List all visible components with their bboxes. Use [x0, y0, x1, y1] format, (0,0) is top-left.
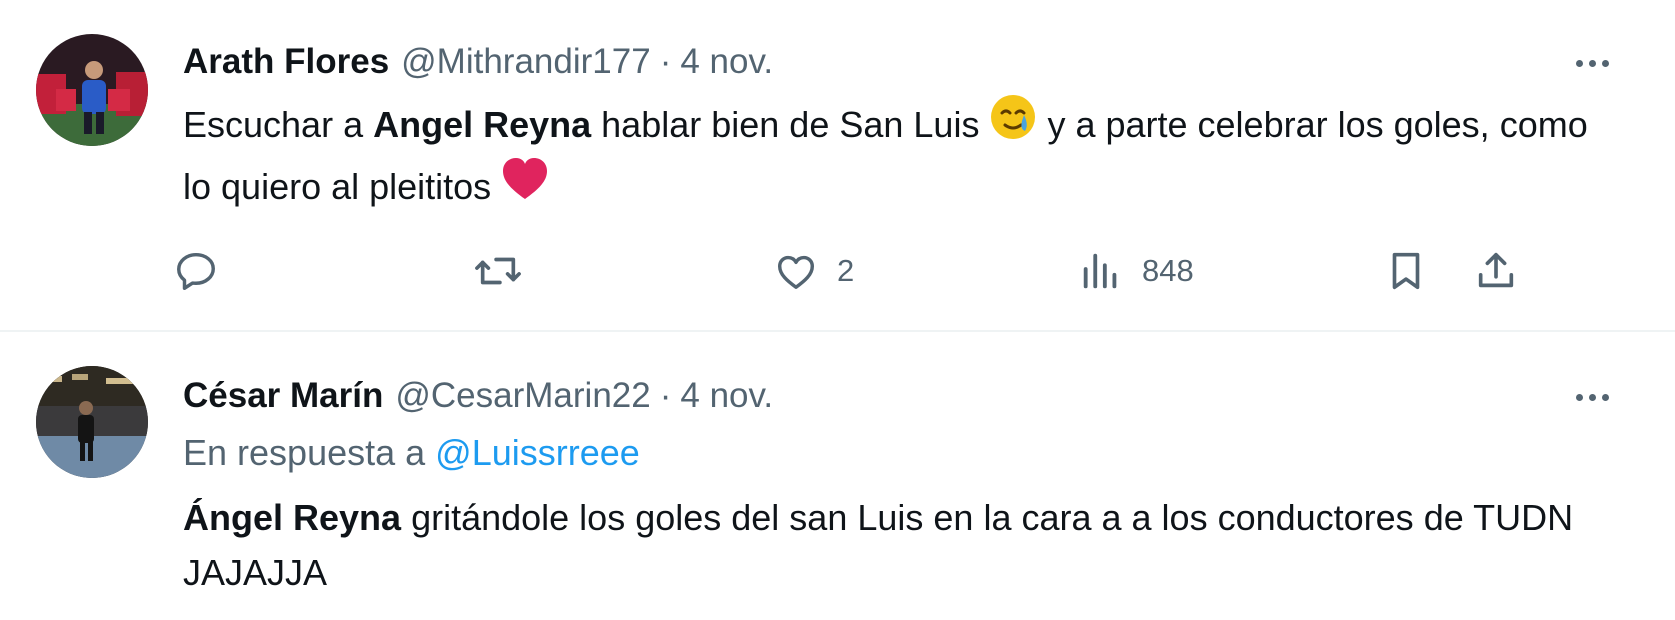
reply-button[interactable]	[173, 243, 219, 299]
analytics-icon	[1083, 253, 1117, 289]
separator-dot: ·	[659, 42, 672, 81]
more-options-button[interactable]	[1569, 374, 1615, 420]
views-count: 848	[1142, 253, 1194, 288]
retweet-button[interactable]	[473, 243, 523, 299]
like-button[interactable]: 2	[773, 243, 854, 299]
share-icon	[1478, 252, 1514, 288]
tweet-text-segment: hablar bien de San Luis	[591, 104, 990, 146]
tweet-header: César Marín @CesarMarin22 · 4 nov.	[183, 374, 773, 418]
tweet[interactable]: Arath Flores @Mithrandir177 · 4 nov. Esc…	[0, 0, 1675, 330]
tweet-text: Ángel Reyna gritándole los goles del san…	[183, 490, 1603, 600]
avatar[interactable]	[36, 366, 148, 478]
reply-icon	[177, 252, 215, 290]
tweet-header: Arath Flores @Mithrandir177 · 4 nov.	[183, 40, 773, 84]
heart-icon	[777, 255, 815, 290]
face-holding-back-tears-emoji	[989, 93, 1037, 156]
tweet-text: Escuchar a Angel Reyna hablar bien de Sa…	[183, 93, 1603, 219]
avatar-image	[36, 34, 148, 146]
red-heart-emoji	[501, 157, 549, 216]
reply-prefix: En respuesta a	[183, 432, 436, 473]
avatar-image	[36, 366, 148, 478]
retweet-icon	[475, 257, 521, 285]
bookmark-icon	[1392, 252, 1420, 290]
user-handle[interactable]: @Mithrandir177	[401, 42, 651, 82]
like-count: 2	[837, 253, 855, 288]
share-button[interactable]	[1473, 243, 1519, 299]
views-button[interactable]: 848	[1078, 243, 1194, 299]
tweet-date[interactable]: 4 nov.	[680, 42, 773, 82]
more-icon	[1573, 388, 1612, 406]
tweet-actions: 2 848	[177, 243, 1633, 299]
more-icon	[1573, 54, 1612, 72]
bold-name: Angel Reyna	[373, 104, 592, 146]
more-options-button[interactable]	[1569, 40, 1615, 86]
reply-context: En respuesta a @Luissrreee	[183, 432, 640, 474]
bold-name: Ángel Reyna	[183, 497, 402, 538]
reply-handle-link[interactable]: @Luissrreee	[435, 432, 640, 473]
display-name[interactable]: César Marín	[183, 376, 383, 416]
separator-dot: ·	[659, 376, 672, 415]
tweet-text-segment: Escuchar a	[183, 104, 374, 146]
bookmark-button[interactable]	[1383, 243, 1429, 299]
display-name[interactable]: Arath Flores	[183, 42, 389, 82]
avatar[interactable]	[36, 34, 148, 146]
user-handle[interactable]: @CesarMarin22	[395, 376, 650, 416]
tweet-date[interactable]: 4 nov.	[680, 376, 773, 416]
